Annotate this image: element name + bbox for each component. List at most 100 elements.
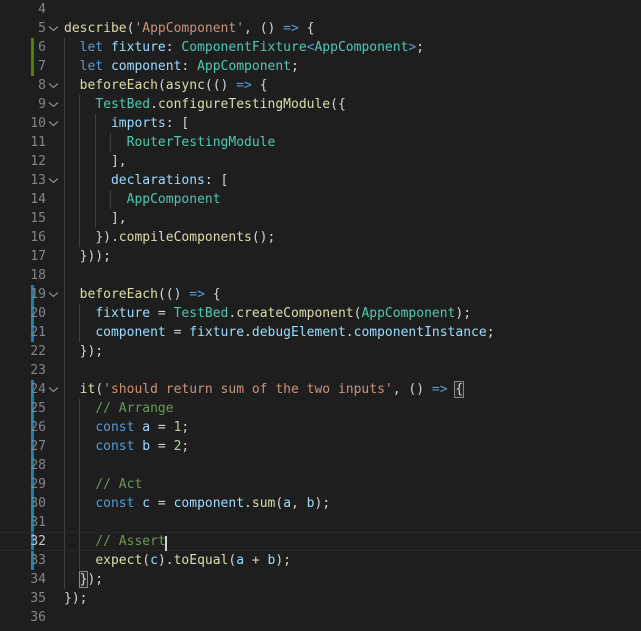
code-token: , [244,21,260,36]
code-line[interactable]: 26 const a = 1; [0,418,641,437]
code-token: () [259,21,276,36]
code-line[interactable]: 34 }); [0,570,641,589]
code-token: imports [110,116,166,131]
code-line[interactable]: 23 [0,361,641,380]
editor-lines[interactable]: 4 5 describe('AppComponent', () => {6 let … [0,0,641,627]
code-token: () [408,382,425,397]
code-text[interactable]: ], [64,209,127,228]
code-line[interactable]: 14 AppComponent [0,190,641,209]
code-text[interactable]: }); [64,342,103,361]
code-editor[interactable]: 4 5 describe('AppComponent', () => {6 let … [0,0,641,631]
code-text[interactable]: beforeEach(async(() => { [64,76,268,95]
code-line[interactable]: 7 let component: AppComponent; [0,57,641,76]
code-text[interactable]: let component: AppComponent; [64,57,299,76]
code-text[interactable]: imports: [ [64,114,189,133]
code-token: ); [455,306,472,321]
line-number: 28 [30,458,46,473]
code-line[interactable]: 10 imports: [ [0,114,641,133]
code-line[interactable]: 27 const b = 2; [0,437,641,456]
line-number: 9 [38,97,46,112]
line-number: 19 [30,287,46,302]
code-line[interactable]: 32 // Assert [0,532,641,551]
code-line[interactable]: 21 component = fixture.debugElement.comp… [0,323,641,342]
code-line[interactable]: 33 expect(c).toEqual(a + b); [0,551,641,570]
code-line[interactable]: 9 TestBed.configureTestingModule({ [0,95,641,114]
code-text[interactable]: component = fixture.debugElement.compone… [64,323,494,342]
code-line[interactable]: 30 const c = component.sum(a, b); [0,494,641,513]
code-token: a [236,553,245,568]
code-token: = [150,306,174,321]
code-line[interactable]: 35}); [0,589,641,608]
code-line[interactable]: 8 beforeEach(async(() => { [0,76,641,95]
code-token: RouterTestingModule [126,135,276,150]
code-text[interactable]: it('should return sum of the two inputs'… [64,380,465,399]
code-line[interactable]: 4 [0,0,641,19]
chevron-down-icon[interactable] [48,114,59,133]
code-line[interactable]: 13 declarations: [ [0,171,641,190]
code-line[interactable]: 16 }).compileComponents(); [0,228,641,247]
chevron-down-icon[interactable] [48,380,59,399]
code-token: , [291,496,307,511]
code-token: c [142,496,151,511]
code-text[interactable]: AppComponent [64,190,221,209]
code-token: createComponent [236,306,354,321]
line-number: 4 [38,2,46,17]
code-text[interactable]: let fixture: ComponentFixture<AppCompone… [64,38,424,57]
chevron-down-icon[interactable] [48,171,59,190]
code-line[interactable]: 31 [0,513,641,532]
code-text[interactable]: }); [64,589,87,608]
code-line[interactable]: 36 [0,608,641,627]
code-token: AppComponent [314,40,409,55]
code-token: }); [79,344,104,359]
code-text[interactable]: const b = 2; [64,437,189,456]
code-text[interactable]: declarations: [ [64,171,228,190]
chevron-down-icon[interactable] [48,285,59,304]
chevron-down-icon[interactable] [48,95,59,114]
code-text[interactable]: const a = 1; [64,418,189,437]
code-line[interactable]: 11 RouterTestingModule [0,133,641,152]
code-text[interactable]: // Act [64,475,142,494]
code-line[interactable]: 15 ], [0,209,641,228]
code-text[interactable]: // Assert [64,533,167,551]
chevron-down-icon[interactable] [48,19,59,38]
code-text[interactable]: describe('AppComponent', () => { [64,19,314,38]
code-token: b [142,439,151,454]
code-token: ; [181,420,190,435]
code-text[interactable]: RouterTestingModule [64,133,276,152]
code-line[interactable]: 18 [0,266,641,285]
code-line[interactable]: 22 }); [0,342,641,361]
code-line[interactable]: 12 ], [0,152,641,171]
chevron-down-icon[interactable] [48,76,59,95]
code-token: const [95,496,135,511]
code-line[interactable]: 17 })); [0,247,641,266]
code-text[interactable]: }).compileComponents(); [64,228,275,247]
code-text[interactable]: beforeEach(() => { [64,285,221,304]
code-text[interactable]: TestBed.configureTestingModule({ [64,95,345,114]
code-text[interactable]: ], [64,152,127,171]
code-line[interactable]: 20 fixture = TestBed.createComponent(App… [0,304,641,323]
code-line[interactable]: 19 beforeEach(() => { [0,285,641,304]
code-text[interactable]: fixture = TestBed.createComponent(AppCom… [64,304,471,323]
code-line[interactable]: 6 let fixture: ComponentFixture<AppCompo… [0,38,641,57]
code-line[interactable]: 28 [0,456,641,475]
code-token: declarations [110,173,205,188]
code-text[interactable]: // Arrange [64,399,173,418]
code-line[interactable]: 5 describe('AppComponent', () => { [0,19,641,38]
code-text[interactable]: const c = component.sum(a, b); [64,494,330,513]
code-text[interactable]: }); [64,570,103,589]
code-text[interactable]: })); [64,247,111,266]
line-number: 21 [30,325,46,340]
code-text[interactable]: expect(c).toEqual(a + b); [64,551,291,570]
code-line[interactable]: 24 it('should return sum of the two inpu… [0,380,641,399]
code-token: 'should return sum of the two inputs' [103,382,393,397]
line-number: 18 [30,268,46,283]
code-token: }) [95,230,111,245]
code-token: AppComponent [361,306,456,321]
code-line[interactable]: 29 // Act [0,475,641,494]
code-token: { [204,287,221,302]
code-line[interactable]: 25 // Arrange [0,399,641,418]
